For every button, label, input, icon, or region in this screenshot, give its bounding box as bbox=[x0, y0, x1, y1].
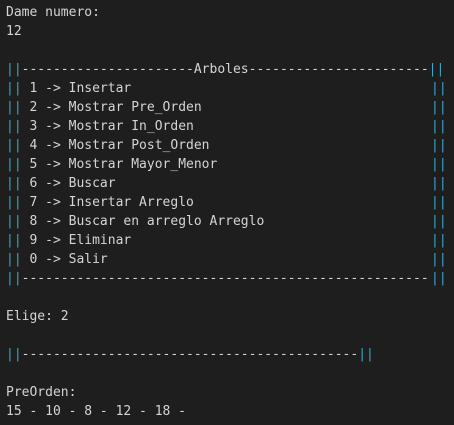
menu-item-label: 0 -> Salir bbox=[21, 252, 108, 267]
menu-border-right: || bbox=[431, 119, 447, 134]
prompt-number: Dame numero: bbox=[6, 5, 100, 20]
menu-item-label: 7 -> Insertar Arreglo bbox=[21, 195, 194, 210]
menu-border-right: || bbox=[431, 157, 447, 172]
menu-item-label: 5 -> Mostrar Mayor_Menor bbox=[21, 157, 218, 172]
menu-border-right: || bbox=[431, 195, 447, 210]
menu-border-right: || bbox=[431, 138, 447, 153]
menu-item: || 8 -> Buscar en arreglo Arreglo bbox=[6, 212, 264, 231]
menu-border-left: || bbox=[6, 138, 22, 153]
menu-border-left: || bbox=[6, 119, 22, 134]
menu-bottom-dashes: ----------------------------------------… bbox=[21, 271, 429, 286]
menu-item: || 1 -> Insertar bbox=[6, 79, 131, 98]
menu-border-right: || bbox=[431, 214, 447, 229]
choice-prompt: Elige: 2 bbox=[6, 309, 69, 324]
menu-item: || 4 -> Mostrar Post_Orden bbox=[6, 136, 210, 155]
menu-border-left: || bbox=[6, 157, 22, 172]
separator: ||--------------------------------------… bbox=[6, 345, 374, 364]
menu-item-label: 9 -> Eliminar bbox=[21, 233, 132, 248]
separator-dashes: ----------------------------------------… bbox=[21, 347, 359, 362]
menu-item-label: 4 -> Mostrar Post_Orden bbox=[21, 138, 210, 153]
menu-item-label: 2 -> Mostrar Pre_Orden bbox=[21, 100, 202, 115]
result-label: PreOrden: bbox=[6, 385, 77, 400]
menu-item: || 2 -> Mostrar Pre_Orden bbox=[6, 98, 202, 117]
menu-border-right: || bbox=[431, 271, 447, 286]
menu-item-label: 6 -> Buscar bbox=[21, 176, 116, 191]
menu-border-left: || bbox=[6, 271, 22, 286]
result-values: 15 - 10 - 8 - 12 - 18 - bbox=[6, 404, 187, 419]
separator-border-right: || bbox=[358, 347, 374, 362]
terminal-window[interactable]: Dame numero: 12 ||----------------------… bbox=[0, 0, 454, 425]
menu-border-left: || bbox=[6, 252, 22, 267]
separator-border-left: || bbox=[6, 347, 22, 362]
menu-border-left: || bbox=[6, 62, 22, 77]
menu-bottom-border: ||--------------------------------------… bbox=[6, 269, 429, 288]
menu-item-label: 8 -> Buscar en arreglo Arreglo bbox=[21, 214, 265, 229]
menu-top-left-dashes: ---------------------- bbox=[21, 62, 194, 77]
menu-border-right: || bbox=[431, 176, 447, 191]
menu-border-left: || bbox=[6, 233, 22, 248]
menu-item: || 5 -> Mostrar Mayor_Menor bbox=[6, 155, 217, 174]
menu-border-right: || bbox=[431, 100, 447, 115]
menu-item-label: 3 -> Mostrar In_Orden bbox=[21, 119, 194, 134]
menu-item: || 0 -> Salir bbox=[6, 250, 108, 269]
menu-border-left: || bbox=[6, 195, 22, 210]
menu-item: || 7 -> Insertar Arreglo bbox=[6, 193, 194, 212]
menu-border-right: || bbox=[431, 81, 447, 96]
menu-title: Arboles bbox=[193, 62, 249, 77]
menu-item: || 3 -> Mostrar In_Orden bbox=[6, 117, 194, 136]
menu-border-right: || bbox=[428, 62, 445, 77]
menu-item: || 6 -> Buscar bbox=[6, 174, 116, 193]
menu-border-left: || bbox=[6, 81, 22, 96]
input-number: 12 bbox=[6, 24, 22, 39]
menu-border-left: || bbox=[6, 100, 22, 115]
menu-item: || 9 -> Eliminar bbox=[6, 231, 131, 250]
menu-border-right: || bbox=[431, 233, 447, 248]
menu-item-label: 1 -> Insertar bbox=[21, 81, 132, 96]
menu-top-border: ||----------------------Arboles---------… bbox=[6, 60, 444, 79]
menu-border-left: || bbox=[6, 176, 22, 191]
menu-top-right-dashes: ----------------------- bbox=[248, 62, 429, 77]
menu-border-left: || bbox=[6, 214, 22, 229]
menu-border-right: || bbox=[431, 252, 447, 267]
